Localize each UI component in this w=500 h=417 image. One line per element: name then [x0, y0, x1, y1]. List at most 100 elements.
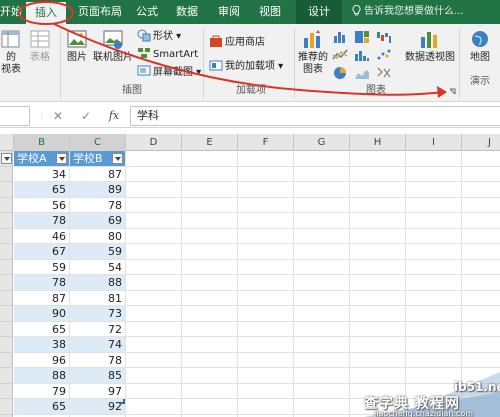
- table-cell[interactable]: 65: [14, 182, 70, 198]
- table-cell[interactable]: 96: [14, 352, 70, 368]
- grid-cell[interactable]: [406, 228, 462, 244]
- column-header-d[interactable]: D: [126, 134, 182, 151]
- grid-cell[interactable]: [406, 151, 462, 167]
- grid-cell[interactable]: [126, 337, 182, 353]
- 3d-map-button[interactable]: 地图 演示: [463, 28, 497, 88]
- grid-cell[interactable]: [350, 321, 406, 337]
- column-header-g[interactable]: G: [294, 134, 350, 151]
- grid-cell[interactable]: [350, 182, 406, 198]
- table-cell[interactable]: 85: [70, 368, 126, 384]
- grid-cell[interactable]: [294, 213, 350, 229]
- grid-cell[interactable]: [462, 306, 500, 322]
- table-resize-handle[interactable]: [120, 399, 125, 404]
- row-header[interactable]: [0, 306, 13, 322]
- table-cell[interactable]: 87: [14, 290, 70, 306]
- table-cell[interactable]: 90: [14, 306, 70, 322]
- grid-cell[interactable]: [350, 228, 406, 244]
- grid-cell[interactable]: [294, 337, 350, 353]
- grid-cell[interactable]: [182, 259, 238, 275]
- grid-cell[interactable]: [126, 306, 182, 322]
- column-header-j[interactable]: J: [462, 134, 500, 151]
- row-header[interactable]: [0, 399, 13, 415]
- grid-cell[interactable]: [238, 213, 294, 229]
- grid-cell[interactable]: [126, 321, 182, 337]
- table-cell[interactable]: 46: [14, 228, 70, 244]
- recommended-charts-button[interactable]: 推荐的 图表: [297, 28, 329, 76]
- grid-cell[interactable]: [294, 197, 350, 213]
- combo-chart-icon[interactable]: [376, 66, 392, 80]
- area-chart-icon[interactable]: [354, 66, 370, 80]
- picture-button[interactable]: 图片: [64, 28, 90, 64]
- grid-cell[interactable]: [238, 151, 294, 167]
- grid-cell[interactable]: [126, 383, 182, 399]
- table-cell[interactable]: 89: [70, 182, 126, 198]
- grid-cell[interactable]: [126, 259, 182, 275]
- grid-cell[interactable]: [350, 244, 406, 260]
- grid-cell[interactable]: [126, 197, 182, 213]
- table-cell[interactable]: 74: [70, 337, 126, 353]
- grid-cell[interactable]: [238, 228, 294, 244]
- grid-cell[interactable]: [182, 352, 238, 368]
- row-header[interactable]: [0, 290, 13, 306]
- grid-cell[interactable]: [126, 228, 182, 244]
- row-header[interactable]: [0, 352, 13, 368]
- column-header-h[interactable]: H: [350, 134, 406, 151]
- grid-cell[interactable]: [238, 259, 294, 275]
- grid-cell[interactable]: [182, 182, 238, 198]
- grid-cell[interactable]: [350, 337, 406, 353]
- grid-cell[interactable]: [238, 244, 294, 260]
- pivot-table-button[interactable]: 的 视表: [0, 28, 22, 76]
- shapes-button[interactable]: 形状 ▾: [137, 28, 181, 44]
- grid-cell[interactable]: [350, 259, 406, 275]
- grid-cell[interactable]: [350, 275, 406, 291]
- grid-cell[interactable]: [462, 198, 500, 213]
- grid-cell[interactable]: [126, 399, 182, 415]
- tab-home[interactable]: 开始: [0, 0, 22, 24]
- table-cell[interactable]: 38: [14, 337, 70, 353]
- grid-cell[interactable]: [182, 228, 238, 244]
- grid-cell[interactable]: [126, 244, 182, 260]
- cancel-icon[interactable]: ✕: [50, 107, 66, 125]
- filter-dropdown-button[interactable]: [1, 153, 12, 164]
- row-header[interactable]: [0, 166, 13, 182]
- grid-cell[interactable]: [350, 197, 406, 213]
- table-cell[interactable]: 78: [14, 275, 70, 291]
- grid-cell[interactable]: [406, 166, 462, 182]
- grid-cell[interactable]: [350, 290, 406, 306]
- tab-data[interactable]: 数据: [172, 0, 202, 24]
- insert-function-icon[interactable]: fx: [106, 107, 122, 125]
- grid-cell[interactable]: [238, 290, 294, 306]
- grid-cell[interactable]: [406, 213, 462, 229]
- pivot-chart-button[interactable]: 数据透视图: [404, 28, 456, 64]
- grid-cell[interactable]: [182, 197, 238, 213]
- grid-cell[interactable]: [462, 182, 500, 198]
- table-cell[interactable]: 88: [14, 368, 70, 384]
- table-cell[interactable]: 87: [70, 166, 126, 182]
- grid-cell[interactable]: [462, 291, 500, 306]
- table-cell[interactable]: 81: [70, 290, 126, 306]
- tab-formulas[interactable]: 公式: [132, 0, 162, 24]
- tell-me-box[interactable]: 告诉我您想要做什么...: [352, 0, 464, 24]
- grid-cell[interactable]: [294, 228, 350, 244]
- table-cell[interactable]: 88: [70, 275, 126, 291]
- grid-cell[interactable]: [182, 306, 238, 322]
- grid-cell[interactable]: [350, 306, 406, 322]
- grid-cell[interactable]: [126, 275, 182, 291]
- grid-cell[interactable]: [182, 244, 238, 260]
- grid-cell[interactable]: [238, 383, 294, 399]
- row-header[interactable]: [0, 197, 13, 213]
- grid-cell[interactable]: [406, 306, 462, 322]
- table-cell[interactable]: 78: [14, 213, 70, 229]
- grid-cell[interactable]: [126, 352, 182, 368]
- row-header[interactable]: [0, 337, 13, 353]
- grid-cell[interactable]: [294, 275, 350, 291]
- row-header[interactable]: [0, 321, 13, 337]
- grid-cell[interactable]: [238, 197, 294, 213]
- row-header[interactable]: [0, 275, 13, 291]
- grid-cell[interactable]: [182, 275, 238, 291]
- grid-cell[interactable]: [350, 166, 406, 182]
- grid-cell[interactable]: [462, 275, 500, 291]
- tab-page-layout[interactable]: 页面布局: [72, 0, 128, 24]
- grid-cell[interactable]: [238, 306, 294, 322]
- select-all-corner[interactable]: [0, 134, 14, 151]
